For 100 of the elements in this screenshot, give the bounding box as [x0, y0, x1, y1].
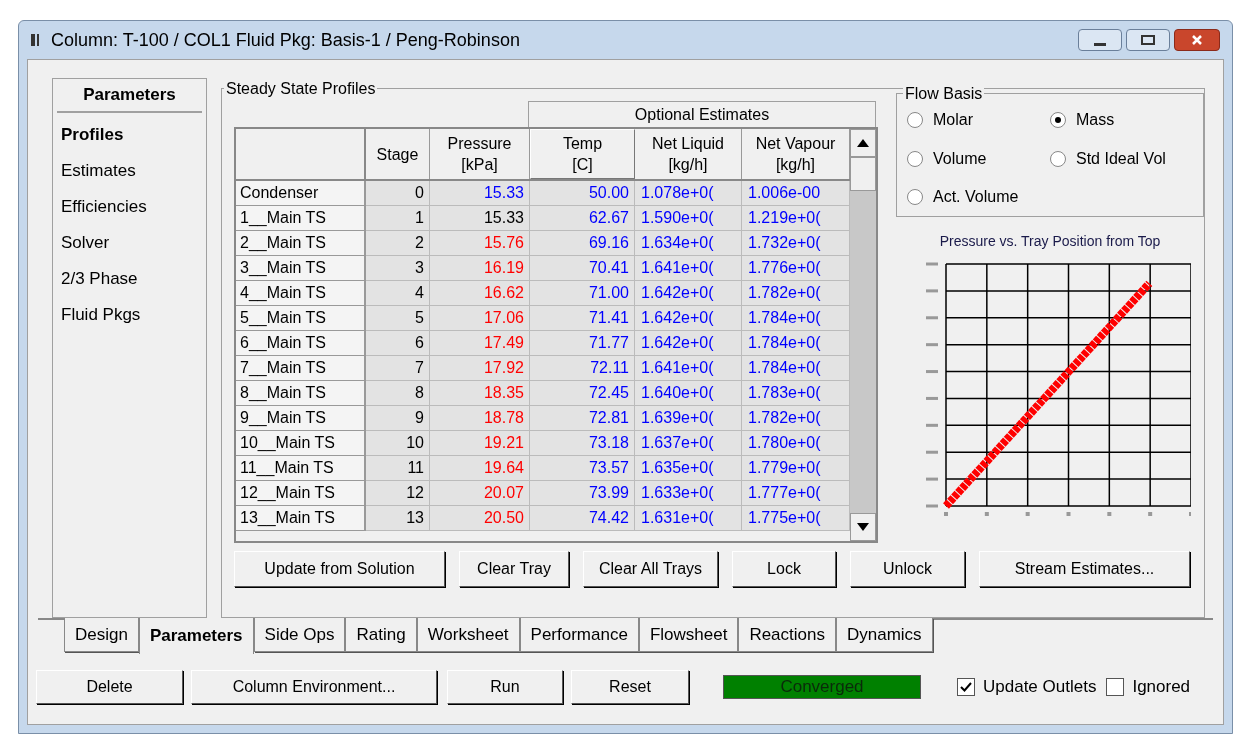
table-cell: 0	[366, 181, 430, 206]
sidebar-item[interactable]: Efficiencies	[61, 189, 206, 225]
table-cell: 1.635e+0(	[635, 456, 742, 481]
table-cell: 1	[366, 206, 430, 231]
tab[interactable]: Dynamics	[836, 618, 933, 652]
table-cell: 15.33	[430, 206, 530, 231]
radio-option[interactable]: Act. Volume	[907, 183, 1050, 212]
row-name-cell: 7__Main TS	[236, 356, 366, 381]
table-cell: 50.00	[530, 181, 635, 206]
profile-button[interactable]: Unlock	[850, 551, 965, 587]
checkbox[interactable]: Update Outlets	[957, 674, 1097, 700]
table-cell: 12	[366, 481, 430, 506]
table-cell: 15.33	[430, 181, 530, 206]
row-name-cell: Condenser	[236, 181, 366, 206]
table-cell: 18.78	[430, 406, 530, 431]
table-cell: 9	[366, 406, 430, 431]
table-cell: 15.76	[430, 231, 530, 256]
table-cell: 73.57	[530, 456, 635, 481]
table-cell: 1.776e+0(	[742, 256, 850, 281]
scroll-thumb[interactable]	[850, 157, 876, 191]
table-cell: 11	[366, 456, 430, 481]
checkbox[interactable]: Ignored	[1106, 674, 1191, 700]
table-cell: 1.639e+0(	[635, 406, 742, 431]
row-name-cell: 4__Main TS	[236, 281, 366, 306]
sidebar-item[interactable]: 2/3 Phase	[61, 261, 206, 297]
action-button[interactable]: Run	[447, 670, 563, 704]
profile-button[interactable]: Update from Solution	[234, 551, 445, 587]
table-cell: 1.637e+0(	[635, 431, 742, 456]
minimize-button[interactable]	[1078, 29, 1122, 51]
tab[interactable]: Design	[64, 618, 139, 652]
action-button[interactable]: Column Environment...	[191, 670, 437, 704]
table-cell: 1.641e+0(	[635, 356, 742, 381]
table-cell: 6	[366, 331, 430, 356]
radio-option[interactable]: Mass	[1050, 106, 1193, 134]
action-button[interactable]: Reset	[571, 670, 689, 704]
row-name-cell: 1__Main TS	[236, 206, 366, 231]
table-cell: 1.784e+0(	[742, 331, 850, 356]
table-cell: 17.49	[430, 331, 530, 356]
table-cell: 71.00	[530, 281, 635, 306]
table-cell: 19.64	[430, 456, 530, 481]
table-cell: 1.777e+0(	[742, 481, 850, 506]
app-icon	[31, 34, 39, 46]
check-icon	[960, 681, 972, 693]
sidebar-item[interactable]: Profiles	[61, 117, 206, 153]
profile-button[interactable]: Lock	[732, 551, 836, 587]
tab[interactable]: Worksheet	[416, 618, 520, 652]
table-cell: 71.77	[530, 331, 635, 356]
table-cell: 5	[366, 306, 430, 331]
table-cell: 1.590e+0(	[635, 206, 742, 231]
table-cell: 1.633e+0(	[635, 481, 742, 506]
table-cell: 1.782e+0(	[742, 406, 850, 431]
scroll-up-icon[interactable]	[850, 129, 876, 157]
table-cell: 13	[366, 506, 430, 531]
row-name-cell: 2__Main TS	[236, 231, 366, 256]
tab[interactable]: Performance	[519, 618, 639, 652]
table-cell: 73.18	[530, 431, 635, 456]
row-name-cell: 6__Main TS	[236, 331, 366, 356]
table-cell: 20.50	[430, 506, 530, 531]
radio-option[interactable]: Std Ideal Vol	[1050, 144, 1193, 173]
profile-button[interactable]: Clear All Trays	[583, 551, 718, 587]
table-cell: 16.19	[430, 256, 530, 281]
action-button[interactable]: Delete	[36, 670, 183, 704]
radio-option[interactable]: Molar	[907, 106, 1050, 134]
status-indicator: Converged	[723, 675, 921, 699]
close-icon	[1191, 34, 1203, 46]
sidebar-item[interactable]: Fluid Pkgs	[61, 297, 206, 333]
profile-button[interactable]: Stream Estimates...	[979, 551, 1190, 587]
table-cell: 7	[366, 356, 430, 381]
table-cell: 73.99	[530, 481, 635, 506]
tab[interactable]: Reactions	[738, 618, 836, 652]
table-cell: 74.42	[530, 506, 635, 531]
table-cell: 2	[366, 231, 430, 256]
column-header[interactable]: Temp [C]	[530, 129, 635, 179]
table-cell: 72.81	[530, 406, 635, 431]
table-cell: 1.634e+0(	[635, 231, 742, 256]
tab[interactable]: Flowsheet	[638, 618, 739, 652]
table-cell: 72.45	[530, 381, 635, 406]
profile-button[interactable]: Clear Tray	[459, 551, 569, 587]
table-cell: 72.11	[530, 356, 635, 381]
table-cell: 1.784e+0(	[742, 356, 850, 381]
table-cell: 4	[366, 281, 430, 306]
table-cell: 69.16	[530, 231, 635, 256]
table-cell: 3	[366, 256, 430, 281]
tab[interactable]: Side Ops	[253, 618, 346, 652]
tab[interactable]: Parameters	[138, 618, 254, 654]
tab[interactable]: Rating	[345, 618, 417, 652]
table-cell: 1.775e+0(	[742, 506, 850, 531]
radio-option[interactable]: Volume	[907, 144, 1050, 173]
scroll-down-icon[interactable]	[850, 513, 876, 541]
scrollbar[interactable]	[850, 129, 876, 541]
maximize-button[interactable]	[1126, 29, 1170, 51]
sidebar-item[interactable]: Estimates	[61, 153, 206, 189]
table-cell: 18.35	[430, 381, 530, 406]
table-cell: 62.67	[530, 206, 635, 231]
table-cell: 70.41	[530, 256, 635, 281]
sidebar-item[interactable]: Solver	[61, 225, 206, 261]
table-cell: 71.41	[530, 306, 635, 331]
close-button[interactable]	[1174, 29, 1220, 51]
table-cell: 1.219e+0(	[742, 206, 850, 231]
table-cell: 1.640e+0(	[635, 381, 742, 406]
